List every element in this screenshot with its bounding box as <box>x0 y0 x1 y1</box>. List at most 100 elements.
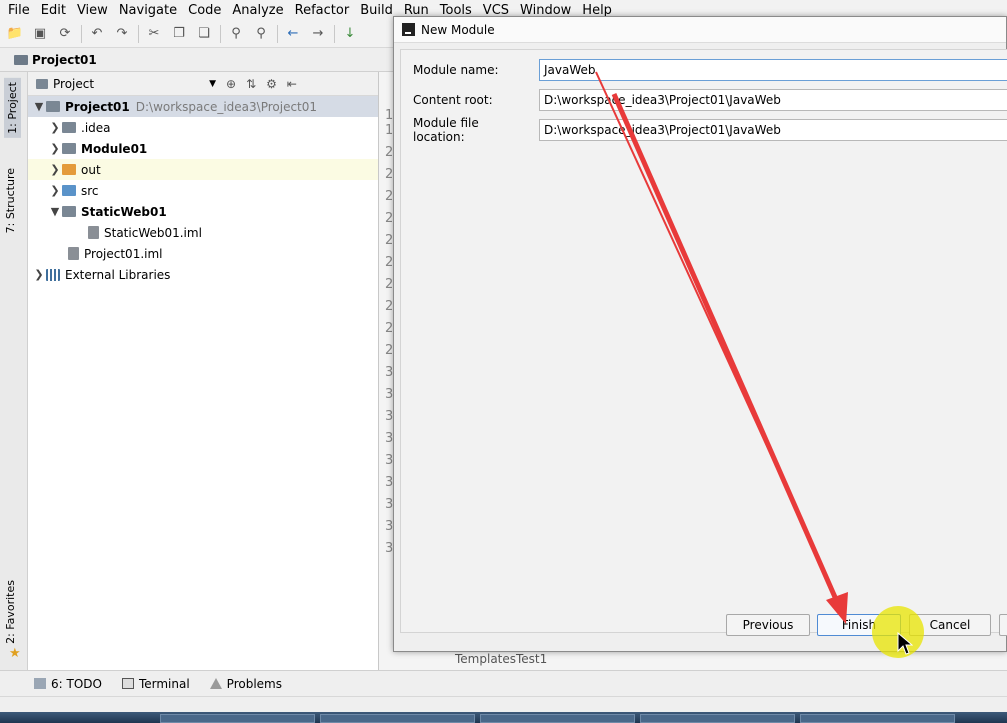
mouse-cursor-icon <box>897 632 913 655</box>
taskbar-item[interactable] <box>480 714 635 723</box>
tree-item-label: Project01.iml <box>84 246 163 261</box>
tree-item-staticweb01-iml[interactable]: StaticWeb01.iml <box>28 222 378 243</box>
breadcrumb[interactable]: Project01 <box>14 53 97 67</box>
tree-item-out[interactable]: ❯ out <box>28 159 378 180</box>
scroll-from-source-icon[interactable]: ⊕ <box>226 77 236 91</box>
tab-terminal[interactable]: Terminal <box>121 677 190 691</box>
source-folder-icon <box>62 185 76 196</box>
intellij-icon <box>402 23 415 36</box>
undo-icon[interactable]: ↶ <box>88 25 106 43</box>
menu-build[interactable]: Build <box>360 3 393 18</box>
dialog-body: Module name: JavaWeb Content root: D:\wo… <box>400 49 1007 636</box>
chevron-down-icon[interactable]: ▼ <box>48 205 62 218</box>
favorites-star-icon: ★ <box>9 646 21 661</box>
tree-item-src[interactable]: ❯ src <box>28 180 378 201</box>
menu-refactor[interactable]: Refactor <box>295 3 350 18</box>
help-button[interactable] <box>999 614 1007 636</box>
project-panel-header: Project ▼ ⊕ ⇅ ⚙ ⇤ <box>28 72 378 96</box>
chevron-right-icon[interactable]: ❯ <box>48 121 62 134</box>
build-icon[interactable]: ↓ <box>341 25 359 43</box>
module-name-input[interactable]: JavaWeb <box>539 59 1007 81</box>
chevron-right-icon[interactable]: ❯ <box>48 142 62 155</box>
cut-icon[interactable]: ✂ <box>145 25 163 43</box>
menu-file[interactable]: File <box>8 3 30 18</box>
menu-navigate[interactable]: Navigate <box>119 3 177 18</box>
tree-item-label: StaticWeb01.iml <box>104 225 202 240</box>
module-name-label: Module name: <box>413 63 499 77</box>
menu-analyze[interactable]: Analyze <box>232 3 283 18</box>
terminal-icon <box>121 678 134 689</box>
tree-item-label: out <box>81 162 101 177</box>
toolbar-separator <box>334 24 335 43</box>
taskbar-item[interactable] <box>320 714 475 723</box>
chevron-down-icon[interactable]: ▼ <box>32 100 46 113</box>
copy-icon[interactable]: ❐ <box>170 25 188 43</box>
dialog-title-bar[interactable]: New Module <box>394 17 1006 43</box>
menu-view[interactable]: View <box>77 3 108 18</box>
tree-item-label: src <box>81 183 99 198</box>
new-module-dialog: New Module Module name: JavaWeb Content … <box>393 16 1007 652</box>
content-root-row: Content root: <box>413 88 533 112</box>
warning-icon <box>209 678 222 689</box>
content-root-input[interactable]: D:\workspace_idea3\Project01\JavaWeb <box>539 89 1007 111</box>
windows-taskbar <box>0 712 1007 723</box>
replace-icon[interactable]: ⚲ <box>252 25 270 43</box>
find-icon[interactable]: ⚲ <box>227 25 245 43</box>
project-view-label: Project <box>53 76 95 91</box>
taskbar-item[interactable] <box>160 714 315 723</box>
taskbar-item[interactable] <box>640 714 795 723</box>
file-location-input[interactable]: D:\workspace_idea3\Project01\JavaWeb <box>539 119 1007 141</box>
collapse-all-icon[interactable]: ⇅ <box>246 77 256 91</box>
tab-project[interactable]: 1: Project <box>4 78 21 138</box>
project-view-icon <box>36 78 48 89</box>
output-folder-icon <box>62 164 76 175</box>
tree-item-path: D:\workspace_idea3\Project01 <box>135 99 318 114</box>
tree-item-external-libraries[interactable]: ❯ External Libraries <box>28 264 378 285</box>
iml-file-icon <box>68 247 79 260</box>
chevron-right-icon[interactable]: ❯ <box>48 163 62 176</box>
open-folder-icon[interactable]: 📁 <box>6 25 24 43</box>
todo-icon <box>34 678 46 689</box>
bottom-tool-tabs: 6: TODO Terminal Problems <box>0 670 1007 696</box>
project-view-selector[interactable]: Project ▼ <box>36 77 216 91</box>
module-folder-icon <box>46 101 60 112</box>
menu-code[interactable]: Code <box>188 3 221 18</box>
tree-item-project01[interactable]: ▼ Project01 D:\workspace_idea3\Project01 <box>28 96 378 117</box>
forward-icon[interactable]: → <box>309 25 327 43</box>
tree-item-label: Project01 <box>65 99 130 114</box>
menu-edit[interactable]: Edit <box>41 3 66 18</box>
iml-file-icon <box>88 226 99 239</box>
module-folder-icon <box>62 143 76 154</box>
back-icon[interactable]: ← <box>284 25 302 43</box>
module-folder-icon <box>62 206 76 217</box>
tree-item-project01-iml[interactable]: Project01.iml <box>28 243 378 264</box>
left-tool-strip: 1: Project 7: Structure 2: Favorites ★ <box>0 72 28 670</box>
project-tree: ▼ Project01 D:\workspace_idea3\Project01… <box>28 96 378 285</box>
tab-favorites[interactable]: 2: Favorites <box>4 580 17 644</box>
redo-icon[interactable]: ↷ <box>113 25 131 43</box>
paste-icon[interactable]: ❏ <box>195 25 213 43</box>
toolbar-separator <box>277 24 278 43</box>
tree-item-label: External Libraries <box>65 267 171 282</box>
tree-item-label: Module01 <box>81 141 148 156</box>
module-name-row: Module name: <box>413 58 533 82</box>
project-folder-icon <box>14 54 28 65</box>
chevron-right-icon[interactable]: ❯ <box>48 184 62 197</box>
save-icon[interactable]: ▣ <box>31 25 49 43</box>
editor-tab-label[interactable]: TemplatesTest1 <box>455 652 547 666</box>
library-icon <box>46 268 60 281</box>
taskbar-item[interactable] <box>800 714 955 723</box>
sync-icon[interactable]: ⟳ <box>56 25 74 43</box>
tab-structure[interactable]: 7: Structure <box>4 168 17 233</box>
tab-todo[interactable]: 6: TODO <box>34 677 102 691</box>
chevron-right-icon[interactable]: ❯ <box>32 268 46 281</box>
gear-icon[interactable]: ⚙ <box>266 77 277 91</box>
hide-panel-icon[interactable]: ⇤ <box>287 77 297 91</box>
previous-button[interactable]: Previous <box>726 614 810 636</box>
tab-problems[interactable]: Problems <box>209 677 282 691</box>
tree-item-idea[interactable]: ❯ .idea <box>28 117 378 138</box>
tree-item-module01[interactable]: ❯ Module01 <box>28 138 378 159</box>
file-location-row: Module file location: <box>413 116 533 144</box>
tree-item-staticweb01[interactable]: ▼ StaticWeb01 <box>28 201 378 222</box>
folder-icon <box>62 122 76 133</box>
